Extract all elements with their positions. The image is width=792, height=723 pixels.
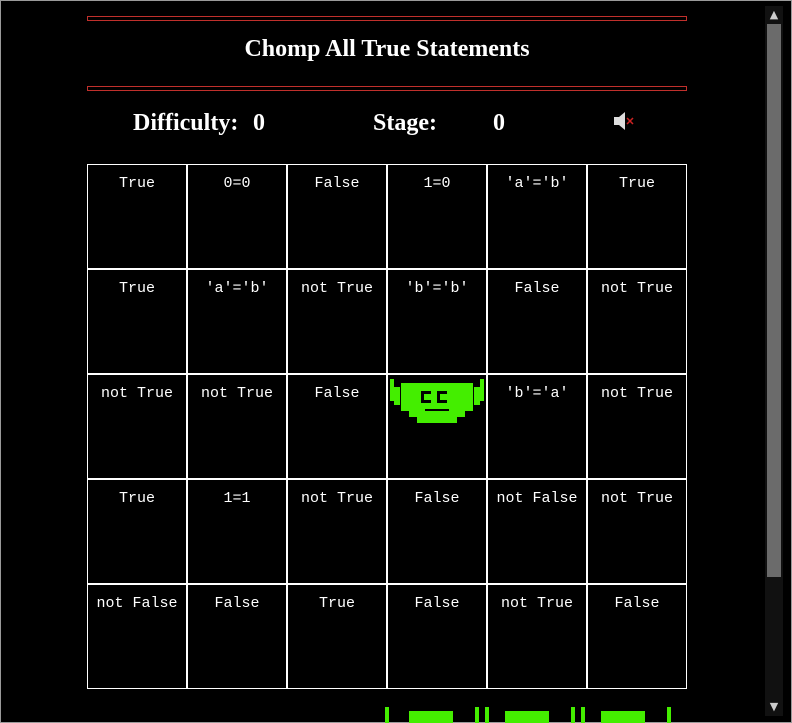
muncher-parade	[385, 707, 671, 723]
speaker-muted-icon[interactable]	[613, 111, 637, 133]
difficulty-value: 0	[253, 110, 265, 136]
banner-bottom-line	[87, 86, 687, 91]
stage-value: 0	[493, 110, 505, 136]
grid-cell[interactable]: not True	[187, 374, 287, 479]
grid-cell[interactable]: 1=0	[387, 164, 487, 269]
grid-cell[interactable]: 1=1	[187, 479, 287, 584]
grid-cell[interactable]: not True	[87, 374, 187, 479]
muncher-player-icon	[390, 379, 484, 423]
grid-cell[interactable]: True	[87, 164, 187, 269]
grid-cell[interactable]: False	[487, 269, 587, 374]
grid-cell[interactable]: not True	[287, 479, 387, 584]
grid-cell[interactable]: not True	[287, 269, 387, 374]
banner-top-line	[87, 16, 687, 21]
grid-cell[interactable]: True	[587, 164, 687, 269]
grid-cell[interactable]: 'a'='b'	[487, 164, 587, 269]
grid-cell[interactable]: True	[87, 269, 187, 374]
arrow-up-icon[interactable]: ▲	[765, 6, 783, 24]
grid-cell[interactable]: False	[187, 584, 287, 689]
grid-cell[interactable]: not False	[487, 479, 587, 584]
game-grid: True 0=0 False 1=0'a'='b' True True'a'='b' not…	[87, 164, 687, 689]
grid-cell[interactable]: False	[387, 479, 487, 584]
grid-cell[interactable]: not True	[587, 479, 687, 584]
grid-cell[interactable]: not False	[87, 584, 187, 689]
difficulty-label: Difficulty:	[133, 110, 239, 136]
grid-cell[interactable]: True	[287, 584, 387, 689]
grid-cell[interactable]: False	[287, 164, 387, 269]
grid-cell[interactable]: not True	[587, 374, 687, 479]
grid-cell[interactable]: False	[387, 584, 487, 689]
vertical-scrollbar[interactable]: ▲ ▼	[765, 6, 783, 716]
arrow-down-icon[interactable]: ▼	[765, 698, 783, 716]
grid-cell[interactable]: False	[587, 584, 687, 689]
game-title: Chomp All True Statements	[244, 36, 530, 62]
stage-label: Stage:	[373, 110, 437, 136]
grid-cell[interactable]: 'b'='b'	[387, 269, 487, 374]
grid-cell[interactable]: 'a'='b'	[187, 269, 287, 374]
grid-cell[interactable]: False	[287, 374, 387, 479]
grid-cell[interactable]: not True	[487, 584, 587, 689]
grid-cell[interactable]	[387, 374, 487, 479]
grid-cell[interactable]: 'b'='a'	[487, 374, 587, 479]
scrollbar-thumb[interactable]	[767, 24, 781, 577]
grid-cell[interactable]: 0=0	[187, 164, 287, 269]
grid-cell[interactable]: not True	[587, 269, 687, 374]
grid-cell[interactable]: True	[87, 479, 187, 584]
